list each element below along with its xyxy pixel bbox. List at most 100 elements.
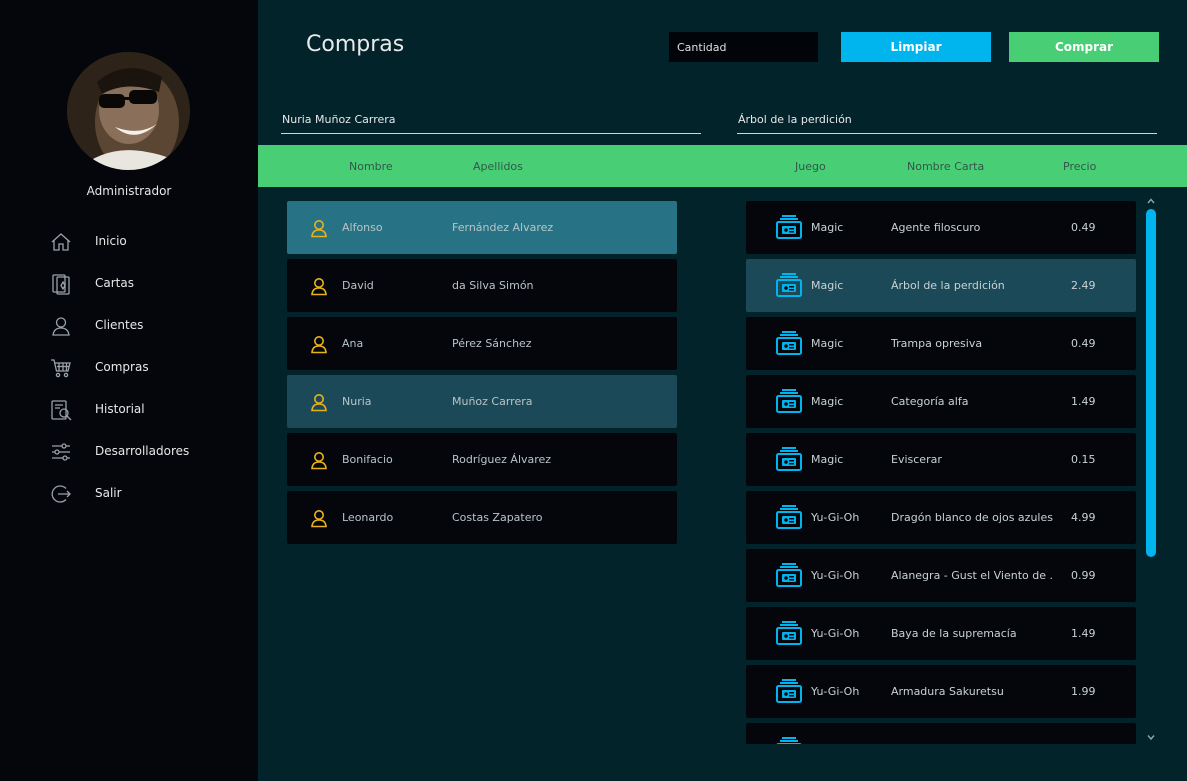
home-icon: [50, 231, 72, 253]
sidebar-item-salir[interactable]: Salir: [0, 473, 258, 515]
card-name: Dragón blanco de ojos azules: [891, 511, 1053, 524]
user-icon: [311, 278, 327, 296]
card-row[interactable]: Yu-Gi-Oh Dragón blanco de ojos azules 4.…: [746, 491, 1136, 544]
page-title: Compras: [306, 32, 405, 57]
card-game: Magic: [811, 279, 844, 292]
user-icon: [50, 315, 72, 337]
sidebar-nav: Inicio Cartas Clientes Compras Historial: [0, 221, 258, 515]
sidebar-item-label: Cartas: [95, 276, 134, 290]
card-name: Agente filoscuro: [891, 221, 981, 234]
scrollbar-thumb[interactable]: [1146, 209, 1156, 557]
column-header-card-name: Nombre Carta: [907, 160, 985, 173]
card-row[interactable]: Yu-Gi-Oh Alanegra - Gust el Viento de ..…: [746, 549, 1136, 602]
card-game: Yu-Gi-Oh: [811, 511, 860, 524]
sliders-icon: [50, 441, 72, 463]
buy-button[interactable]: Comprar: [1009, 32, 1159, 62]
cards-list[interactable]: Magic Agente filoscuro 0.49 Magic Árbol …: [746, 195, 1137, 744]
card-name: Trampa opresiva: [891, 337, 983, 350]
sidebar-item-label: Compras: [95, 360, 149, 374]
client-row[interactable]: Alfonso Fernández Alvarez: [287, 201, 677, 254]
card-game: Magic: [811, 453, 844, 466]
card-price: 4.99: [1071, 511, 1096, 524]
client-row[interactable]: David da Silva Simón: [287, 259, 677, 312]
card-price: 0.49: [1071, 221, 1096, 234]
card-row[interactable]: Magic Categoría alfa 1.49: [746, 375, 1136, 428]
user-icon: [311, 510, 327, 528]
client-first-name: Leonardo: [342, 511, 394, 524]
card-price: 2.49: [1071, 279, 1096, 292]
avatar: [67, 52, 190, 170]
sidebar-item-label: Desarrolladores: [95, 444, 190, 458]
user-name: Administrador: [86, 184, 172, 198]
sidebar-item-cartas[interactable]: Cartas: [0, 263, 258, 305]
card-row[interactable]: Yu-Gi-Oh Armadura Sakuretsu 1.99: [746, 665, 1136, 718]
card-deck-icon: [776, 621, 802, 645]
card-name: Armadura Sakuretsu: [891, 685, 1004, 698]
card-deck-icon: [776, 737, 802, 744]
clear-button[interactable]: Limpiar: [841, 32, 991, 62]
card-deck-icon: [776, 505, 802, 529]
client-last-name: da Silva Simón: [452, 279, 534, 292]
client-row[interactable]: Leonardo Costas Zapatero: [287, 491, 677, 544]
card-price: 1.99: [1071, 685, 1096, 698]
client-first-name: Nuria: [342, 395, 372, 408]
scroll-up-icon[interactable]: [1146, 196, 1156, 206]
card-row[interactable]: Magic Trampa opresiva 0.49: [746, 317, 1136, 370]
sidebar: Administrador Inicio Cartas Clientes Com…: [0, 0, 258, 781]
client-first-name: David: [342, 279, 374, 292]
sidebar-item-inicio[interactable]: Inicio: [0, 221, 258, 263]
cart-icon: [50, 357, 72, 379]
card-price: 1.49: [1071, 627, 1096, 640]
profile-photo: [67, 52, 190, 170]
selected-card-field[interactable]: Árbol de la perdición: [737, 106, 1157, 134]
card-price: 0.99: [1071, 569, 1096, 582]
sidebar-item-label: Salir: [95, 486, 122, 500]
client-last-name: Pérez Sánchez: [452, 337, 532, 350]
card-deck-icon: [776, 331, 802, 355]
card-row[interactable]: Magic Árbol de la perdición 2.49: [746, 259, 1136, 312]
cards-icon: [50, 273, 72, 295]
sidebar-item-label: Inicio: [95, 234, 127, 248]
user-icon: [311, 336, 327, 354]
scroll-down-icon[interactable]: [1146, 732, 1156, 742]
card-deck-icon: [776, 679, 802, 703]
card-row[interactable]: Magic Agente filoscuro 0.49: [746, 201, 1136, 254]
client-first-name: Bonifacio: [342, 453, 393, 466]
client-row[interactable]: Nuria Muñoz Carrera: [287, 375, 677, 428]
card-row[interactable]: [746, 723, 1136, 744]
sidebar-item-label: Historial: [95, 402, 145, 416]
quantity-input[interactable]: [669, 32, 818, 62]
column-header-name: Nombre: [349, 160, 393, 173]
column-header-surname: Apellidos: [473, 160, 523, 173]
client-last-name: Costas Zapatero: [452, 511, 543, 524]
card-row[interactable]: Yu-Gi-Oh Baya de la supremacía 1.49: [746, 607, 1136, 660]
sidebar-item-clientes[interactable]: Clientes: [0, 305, 258, 347]
sidebar-item-historial[interactable]: Historial: [0, 389, 258, 431]
card-game: Magic: [811, 221, 844, 234]
card-game: Magic: [811, 395, 844, 408]
column-header-bar: Nombre Apellidos Juego Nombre Carta Prec…: [258, 145, 1187, 187]
card-name: Eviscerar: [891, 453, 942, 466]
logout-icon: [50, 483, 72, 505]
client-row[interactable]: Ana Pérez Sánchez: [287, 317, 677, 370]
card-game: Yu-Gi-Oh: [811, 685, 860, 698]
sidebar-item-compras[interactable]: Compras: [0, 347, 258, 389]
client-row[interactable]: Bonifacio Rodríguez Álvarez: [287, 433, 677, 486]
card-row[interactable]: Magic Eviscerar 0.15: [746, 433, 1136, 486]
card-deck-icon: [776, 273, 802, 297]
card-game: Yu-Gi-Oh: [811, 627, 860, 640]
card-deck-icon: [776, 215, 802, 239]
card-deck-icon: [776, 563, 802, 587]
history-icon: [50, 399, 72, 421]
sidebar-item-desarrolladores[interactable]: Desarrolladores: [0, 431, 258, 473]
client-last-name: Rodríguez Álvarez: [452, 453, 552, 466]
client-last-name: Fernández Alvarez: [452, 221, 554, 234]
card-price: 0.49: [1071, 337, 1096, 350]
user-icon: [311, 220, 327, 238]
card-deck-icon: [776, 447, 802, 471]
selected-client-field[interactable]: Nuria Muñoz Carrera: [281, 106, 701, 134]
card-name: Categoría alfa: [891, 395, 969, 408]
card-game: Magic: [811, 337, 844, 350]
user-icon: [311, 394, 327, 412]
column-header-price: Precio: [1063, 160, 1097, 173]
